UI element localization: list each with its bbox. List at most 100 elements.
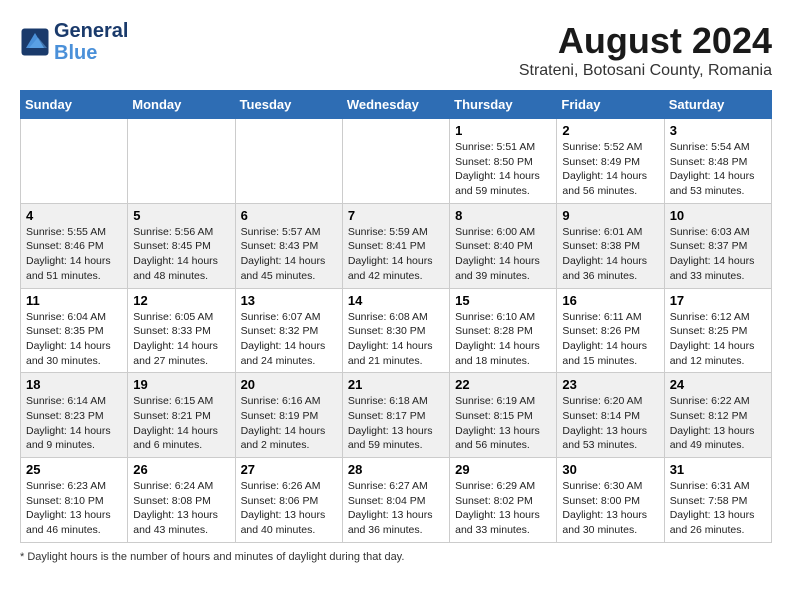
day-number: 24 xyxy=(670,377,766,392)
location-title: Strateni, Botosani County, Romania xyxy=(519,62,772,80)
day-number: 7 xyxy=(348,208,444,223)
day-info: Sunrise: 5:56 AM Sunset: 8:45 PM Dayligh… xyxy=(133,225,229,284)
day-number: 20 xyxy=(241,377,337,392)
calendar-cell: 20 Sunrise: 6:16 AM Sunset: 8:19 PM Dayli… xyxy=(235,373,342,458)
calendar-cell: 14Sunrise: 6:08 AM Sunset: 8:30 PM Dayli… xyxy=(342,288,449,373)
day-info: Sunrise: 5:52 AM Sunset: 8:49 PM Dayligh… xyxy=(562,140,658,199)
day-info: Sunrise: 6:26 AM Sunset: 8:06 PM Dayligh… xyxy=(241,479,337,538)
calendar-cell: 28 Sunrise: 6:27 AM Sunset: 8:04 PM Dayli… xyxy=(342,458,449,543)
day-info: Sunrise: 6:30 AM Sunset: 8:00 PM Dayligh… xyxy=(562,479,658,538)
day-number: 15 xyxy=(455,293,551,308)
day-info: Sunrise: 6:24 AM Sunset: 8:08 PM Dayligh… xyxy=(133,479,229,538)
day-info: Sunrise: 6:22 AM Sunset: 8:12 PM Dayligh… xyxy=(670,394,766,453)
calendar-cell: 24 Sunrise: 6:22 AM Sunset: 8:12 PM Dayli… xyxy=(664,373,771,458)
footer-note: * Daylight hours is the number of hours … xyxy=(20,551,772,563)
day-number: 13 xyxy=(241,293,337,308)
calendar-cell: 9Sunrise: 6:01 AM Sunset: 8:38 PM Daylig… xyxy=(557,203,664,288)
calendar-cell: 10 Sunrise: 6:03 AM Sunset: 8:37 PM Dayli… xyxy=(664,203,771,288)
day-info: Sunrise: 6:23 AM Sunset: 8:10 PM Dayligh… xyxy=(26,479,122,538)
calendar-cell: 16 Sunrise: 6:11 AM Sunset: 8:26 PM Dayli… xyxy=(557,288,664,373)
day-info: Sunrise: 6:05 AM Sunset: 8:33 PM Dayligh… xyxy=(133,310,229,369)
month-title: August 2024 xyxy=(519,20,772,62)
calendar-cell xyxy=(21,119,128,204)
calendar-cell xyxy=(235,119,342,204)
day-info: Sunrise: 5:57 AM Sunset: 8:43 PM Dayligh… xyxy=(241,225,337,284)
day-info: Sunrise: 5:55 AM Sunset: 8:46 PM Dayligh… xyxy=(26,225,122,284)
calendar-week-0: 1Sunrise: 5:51 AM Sunset: 8:50 PM Daylig… xyxy=(21,119,772,204)
logo: General Blue xyxy=(20,20,128,64)
calendar-cell: 3 Sunrise: 5:54 AM Sunset: 8:48 PM Daylig… xyxy=(664,119,771,204)
day-info: Sunrise: 5:54 AM Sunset: 8:48 PM Dayligh… xyxy=(670,140,766,199)
day-number: 14 xyxy=(348,293,444,308)
day-info: Sunrise: 6:18 AM Sunset: 8:17 PM Dayligh… xyxy=(348,394,444,453)
calendar-cell: 17 Sunrise: 6:12 AM Sunset: 8:25 PM Dayli… xyxy=(664,288,771,373)
day-number: 26 xyxy=(133,462,229,477)
calendar-cell: 27Sunrise: 6:26 AM Sunset: 8:06 PM Dayli… xyxy=(235,458,342,543)
calendar-cell: 29Sunrise: 6:29 AM Sunset: 8:02 PM Dayli… xyxy=(450,458,557,543)
day-number: 2 xyxy=(562,123,658,138)
day-number: 10 xyxy=(670,208,766,223)
calendar-cell: 15Sunrise: 6:10 AM Sunset: 8:28 PM Dayli… xyxy=(450,288,557,373)
day-info: Sunrise: 6:00 AM Sunset: 8:40 PM Dayligh… xyxy=(455,225,551,284)
header: General Blue August 2024 Strateni, Botos… xyxy=(20,20,772,80)
calendar-cell: 7 Sunrise: 5:59 AM Sunset: 8:41 PM Daylig… xyxy=(342,203,449,288)
day-info: Sunrise: 5:59 AM Sunset: 8:41 PM Dayligh… xyxy=(348,225,444,284)
day-info: Sunrise: 6:20 AM Sunset: 8:14 PM Dayligh… xyxy=(562,394,658,453)
day-info: Sunrise: 6:03 AM Sunset: 8:37 PM Dayligh… xyxy=(670,225,766,284)
day-number: 17 xyxy=(670,293,766,308)
calendar-cell: 25 Sunrise: 6:23 AM Sunset: 8:10 PM Dayli… xyxy=(21,458,128,543)
day-info: Sunrise: 6:19 AM Sunset: 8:15 PM Dayligh… xyxy=(455,394,551,453)
day-number: 3 xyxy=(670,123,766,138)
calendar-week-4: 25 Sunrise: 6:23 AM Sunset: 8:10 PM Dayli… xyxy=(21,458,772,543)
day-info: Sunrise: 6:12 AM Sunset: 8:25 PM Dayligh… xyxy=(670,310,766,369)
calendar-cell: 2 Sunrise: 5:52 AM Sunset: 8:49 PM Daylig… xyxy=(557,119,664,204)
day-number: 30 xyxy=(562,462,658,477)
logo-line2: Blue xyxy=(54,42,128,64)
day-info: Sunrise: 6:01 AM Sunset: 8:38 PM Dayligh… xyxy=(562,225,658,284)
calendar-cell xyxy=(128,119,235,204)
day-info: Sunrise: 6:04 AM Sunset: 8:35 PM Dayligh… xyxy=(26,310,122,369)
day-number: 25 xyxy=(26,462,122,477)
calendar-cell: 19Sunrise: 6:15 AM Sunset: 8:21 PM Dayli… xyxy=(128,373,235,458)
calendar-header-tuesday: Tuesday xyxy=(235,91,342,119)
day-number: 5 xyxy=(133,208,229,223)
day-number: 16 xyxy=(562,293,658,308)
calendar-week-2: 11 Sunrise: 6:04 AM Sunset: 8:35 PM Dayli… xyxy=(21,288,772,373)
day-number: 19 xyxy=(133,377,229,392)
day-number: 29 xyxy=(455,462,551,477)
logo-line1: General xyxy=(54,20,128,42)
title-area: August 2024 Strateni, Botosani County, R… xyxy=(519,20,772,80)
calendar-cell: 13 Sunrise: 6:07 AM Sunset: 8:32 PM Dayli… xyxy=(235,288,342,373)
calendar-cell xyxy=(342,119,449,204)
calendar-header-monday: Monday xyxy=(128,91,235,119)
calendar-cell: 26 Sunrise: 6:24 AM Sunset: 8:08 PM Dayli… xyxy=(128,458,235,543)
day-info: Sunrise: 6:27 AM Sunset: 8:04 PM Dayligh… xyxy=(348,479,444,538)
day-info: Sunrise: 6:11 AM Sunset: 8:26 PM Dayligh… xyxy=(562,310,658,369)
calendar-cell: 6Sunrise: 5:57 AM Sunset: 8:43 PM Daylig… xyxy=(235,203,342,288)
calendar-cell: 23 Sunrise: 6:20 AM Sunset: 8:14 PM Dayli… xyxy=(557,373,664,458)
day-number: 22 xyxy=(455,377,551,392)
calendar-header-row: SundayMondayTuesdayWednesdayThursdayFrid… xyxy=(21,91,772,119)
calendar-cell: 11 Sunrise: 6:04 AM Sunset: 8:35 PM Dayli… xyxy=(21,288,128,373)
calendar-header-wednesday: Wednesday xyxy=(342,91,449,119)
day-info: Sunrise: 6:16 AM Sunset: 8:19 PM Dayligh… xyxy=(241,394,337,453)
calendar-cell: 12Sunrise: 6:05 AM Sunset: 8:33 PM Dayli… xyxy=(128,288,235,373)
calendar-header-sunday: Sunday xyxy=(21,91,128,119)
day-number: 21 xyxy=(348,377,444,392)
day-number: 28 xyxy=(348,462,444,477)
calendar-cell: 5 Sunrise: 5:56 AM Sunset: 8:45 PM Daylig… xyxy=(128,203,235,288)
calendar-cell: 31 Sunrise: 6:31 AM Sunset: 7:58 PM Dayli… xyxy=(664,458,771,543)
day-info: Sunrise: 5:51 AM Sunset: 8:50 PM Dayligh… xyxy=(455,140,551,199)
calendar-cell: 1Sunrise: 5:51 AM Sunset: 8:50 PM Daylig… xyxy=(450,119,557,204)
calendar-cell: 4Sunrise: 5:55 AM Sunset: 8:46 PM Daylig… xyxy=(21,203,128,288)
day-info: Sunrise: 6:31 AM Sunset: 7:58 PM Dayligh… xyxy=(670,479,766,538)
calendar-cell: 22 Sunrise: 6:19 AM Sunset: 8:15 PM Dayli… xyxy=(450,373,557,458)
day-number: 31 xyxy=(670,462,766,477)
calendar-cell: 30 Sunrise: 6:30 AM Sunset: 8:00 PM Dayli… xyxy=(557,458,664,543)
calendar-cell: 8Sunrise: 6:00 AM Sunset: 8:40 PM Daylig… xyxy=(450,203,557,288)
day-info: Sunrise: 6:07 AM Sunset: 8:32 PM Dayligh… xyxy=(241,310,337,369)
day-info: Sunrise: 6:14 AM Sunset: 8:23 PM Dayligh… xyxy=(26,394,122,453)
calendar-week-3: 18Sunrise: 6:14 AM Sunset: 8:23 PM Dayli… xyxy=(21,373,772,458)
day-number: 23 xyxy=(562,377,658,392)
day-number: 11 xyxy=(26,293,122,308)
